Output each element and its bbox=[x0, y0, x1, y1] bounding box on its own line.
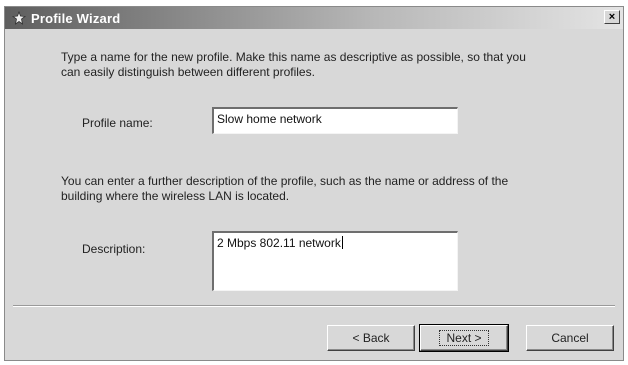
window-title: Profile Wizard bbox=[31, 10, 121, 26]
intro-line-1: Type a name for the new profile. Make th… bbox=[61, 50, 526, 64]
back-button-label: < Back bbox=[352, 331, 390, 345]
profile-name-label: Profile name: bbox=[82, 116, 153, 130]
profile-name-input[interactable]: Slow home network bbox=[212, 107, 458, 134]
next-button[interactable]: Next > bbox=[419, 324, 509, 352]
description-value: 2 Mbps 802.11 network bbox=[217, 236, 341, 250]
cancel-button-label: Cancel bbox=[551, 331, 589, 345]
profile-name-value: Slow home network bbox=[217, 112, 322, 126]
description-help-line-1: You can enter a further description of t… bbox=[61, 174, 509, 188]
separator bbox=[13, 305, 615, 307]
description-help-text: You can enter a further description of t… bbox=[61, 174, 508, 204]
description-help-line-2: building where the wireless LAN is locat… bbox=[61, 189, 290, 203]
profile-wizard-window: Profile Wizard × Type a name for the new… bbox=[4, 6, 624, 361]
next-button-label: Next > bbox=[439, 330, 489, 346]
back-button[interactable]: < Back bbox=[327, 325, 415, 351]
close-icon[interactable]: × bbox=[604, 10, 620, 24]
intro-text: Type a name for the new profile. Make th… bbox=[61, 50, 526, 80]
description-label: Description: bbox=[82, 242, 146, 256]
intro-line-2: can easily distinguish between different… bbox=[61, 65, 315, 79]
title-bar[interactable]: Profile Wizard × bbox=[5, 7, 623, 29]
text-caret bbox=[341, 236, 343, 249]
description-textarea[interactable]: 2 Mbps 802.11 network bbox=[212, 231, 458, 291]
wizard-icon bbox=[11, 10, 27, 26]
cancel-button[interactable]: Cancel bbox=[526, 325, 614, 351]
